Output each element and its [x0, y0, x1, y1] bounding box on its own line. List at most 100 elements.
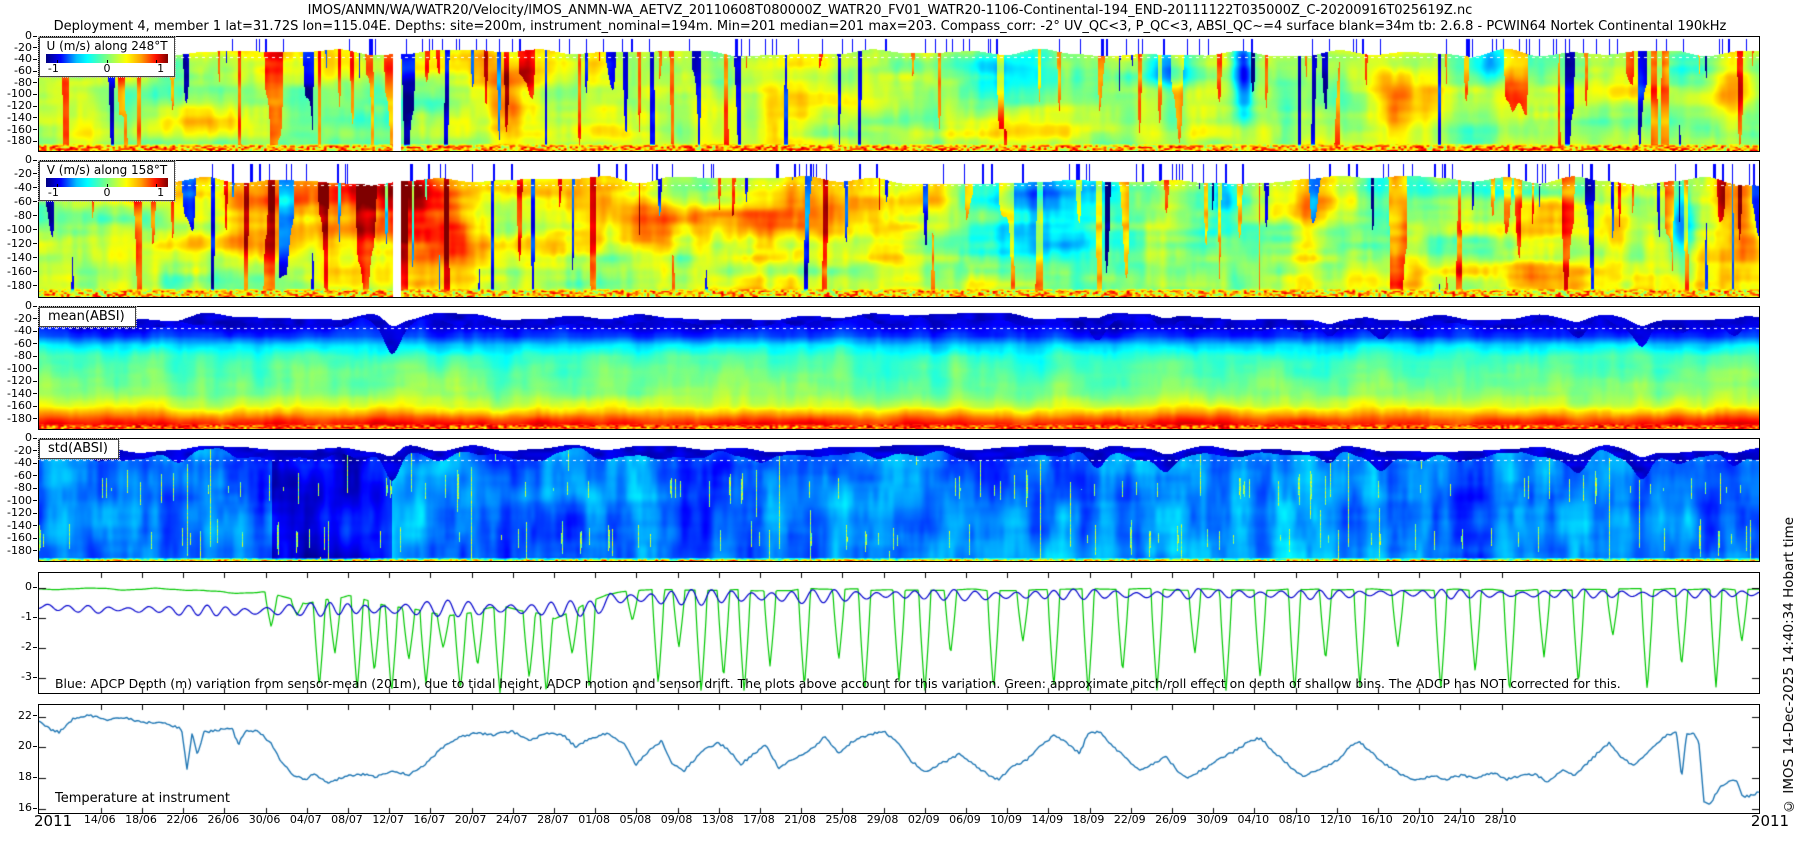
x-tick-label: 28/10 [1484, 813, 1517, 826]
depth-variation-line-canvas [39, 573, 1759, 693]
x-tick-label: 30/09 [1196, 813, 1228, 826]
y-tick-label: -1 [21, 611, 37, 623]
x-tick-label: 26/06 [207, 813, 240, 826]
y-tick-label: -140 [7, 387, 37, 400]
panel-std-absi: std(ABSI) [38, 438, 1760, 562]
y-tick-label: -160 [7, 400, 37, 412]
std-absi-label: std(ABSI) [38, 438, 120, 460]
panel-v-velocity: V (m/s) along 158°T -1 0 1 [38, 160, 1760, 298]
y-tick-label: -160 [7, 265, 37, 278]
x-tick-label: 14/09 [1031, 813, 1064, 826]
x-tick-label: 05/08 [619, 813, 652, 826]
y-axis-tick-labels: 0 -20 -40 -60 -80 -100 -120 -140 -160 -180 0 -20 -40… [0, 0, 37, 850]
y-tick-label: -40 [14, 325, 37, 337]
y-tick-label: 22 [18, 709, 37, 722]
v-velocity-legend: V (m/s) along 158°T -1 0 1 [38, 160, 176, 202]
y-tick-label: -3 [21, 671, 37, 683]
x-tick-label: 08/07 [331, 813, 363, 826]
v-colorbar-tick-label: 1 [157, 186, 165, 199]
x-tick-label: 14/06 [83, 813, 116, 826]
x-tick-label: 29/08 [866, 813, 899, 826]
y-tick-label: -180 [7, 135, 37, 147]
u-colorbar-tick-label: 1 [157, 62, 165, 75]
x-tick-label: 13/08 [701, 813, 734, 826]
y-tick-label: -180 [7, 544, 37, 557]
y-tick-label: -2 [21, 641, 37, 653]
copyright-vertical-text: © IMOS 14-Dec-2025 14:40:34 Hobart time [1781, 517, 1797, 814]
x-tick-label: 09/08 [660, 813, 693, 826]
y-tick-label: -160 [7, 532, 37, 544]
y-tick-label: -180 [7, 279, 37, 292]
figure-root: IMOS/ANMN/WA/WATR20/Velocity/IMOS_ANMN-W… [0, 0, 1800, 850]
x-tick-label: 01/08 [578, 813, 610, 826]
x-tick-label: 17/08 [743, 813, 775, 826]
y-tick-label: -120 [7, 507, 37, 519]
temperature-label: Temperature at instrument [55, 791, 230, 806]
u-velocity-heatmap-canvas [39, 37, 1759, 151]
temperature-line-canvas [39, 705, 1759, 813]
v-colorbar-ticks: -1 0 1 [40, 186, 174, 200]
x-tick-label: 16/07 [413, 813, 446, 826]
y-tick-label: -140 [7, 251, 37, 264]
x-tick-label: 18/06 [125, 813, 157, 826]
x-tick-label: 28/07 [537, 813, 569, 826]
x-tick-label: 24/10 [1443, 813, 1476, 826]
y-tick-label: -100 [7, 494, 37, 507]
panel-temperature: Temperature at instrument [38, 704, 1760, 814]
x-tick-label: 12/07 [372, 813, 405, 826]
panel-u-velocity: U (m/s) along 248°T -1 0 1 [38, 36, 1760, 152]
panel-depth-variation: Blue: ADCP Depth (m) variation from sens… [38, 572, 1760, 694]
x-tick-label: 26/09 [1155, 813, 1187, 826]
y-tick-label: -80 [14, 482, 37, 494]
y-tick-label: -40 [14, 181, 37, 194]
y-tick-label: 20 [18, 740, 37, 752]
panel-mean-absi: mean(ABSI) [38, 306, 1760, 430]
y-tick-label: -140 [7, 519, 37, 532]
y-tick-label: -60 [14, 195, 37, 208]
y-tick-label: -20 [14, 444, 37, 457]
y-tick-label: 0 [25, 300, 37, 312]
y-tick-label: 18 [18, 771, 37, 783]
x-tick-label: 22/06 [166, 813, 199, 826]
x-tick-label: 04/07 [289, 813, 322, 826]
v-velocity-heatmap-canvas [39, 161, 1759, 297]
mean-absi-label: mean(ABSI) [38, 306, 137, 328]
y-tick-label: 0 [25, 581, 37, 593]
std-absi-heatmap-canvas [39, 439, 1759, 561]
y-tick-label: -80 [14, 350, 37, 362]
x-tick-label: 08/10 [1278, 813, 1311, 826]
y-tick-label: -40 [14, 457, 37, 469]
x-tick-label: 20/07 [454, 813, 487, 826]
v-legend-title: V (m/s) along 158°T [46, 163, 168, 177]
x-tick-label: 24/07 [495, 813, 528, 826]
x-tick-label: 12/10 [1319, 813, 1352, 826]
figure-title-line1: IMOS/ANMN/WA/WATR20/Velocity/IMOS_ANMN-W… [307, 3, 1473, 18]
u-legend-title: U (m/s) along 248°T [46, 39, 168, 53]
x-tick-label: 21/08 [784, 813, 816, 826]
x-tick-label: 02/09 [907, 813, 940, 826]
v-colorbar-tick-label: 0 [103, 186, 111, 199]
x-tick-label: 22/09 [1113, 813, 1146, 826]
y-tick-label: 0 [25, 432, 37, 444]
year-label-end: 2011 [1750, 812, 1790, 830]
depth-variation-caption: Blue: ADCP Depth (m) variation from sens… [55, 676, 1621, 691]
u-colorbar-ticks: -1 0 1 [40, 62, 174, 76]
y-tick-label: -20 [14, 167, 37, 180]
x-tick-label: 06/09 [949, 813, 981, 826]
x-tick-label: 25/08 [825, 813, 858, 826]
u-velocity-legend: U (m/s) along 248°T -1 0 1 [38, 36, 176, 78]
x-tick-label: 18/09 [1072, 813, 1105, 826]
y-tick-label: -80 [14, 209, 37, 222]
u-colorbar-tick-label: -1 [47, 62, 59, 75]
y-tick-label: 0 [25, 154, 37, 166]
x-tick-label: 10/09 [990, 813, 1022, 826]
y-tick-label: -60 [14, 469, 37, 482]
x-tick-label: 04/10 [1237, 813, 1270, 826]
y-tick-label: -60 [14, 337, 37, 350]
y-tick-label: -120 [7, 237, 37, 250]
mean-absi-heatmap-canvas [39, 307, 1759, 429]
x-tick-label: 16/10 [1361, 813, 1393, 826]
y-tick-label: -100 [7, 362, 37, 375]
x-tick-label: 30/06 [248, 813, 281, 826]
y-tick-label: -20 [14, 312, 37, 325]
